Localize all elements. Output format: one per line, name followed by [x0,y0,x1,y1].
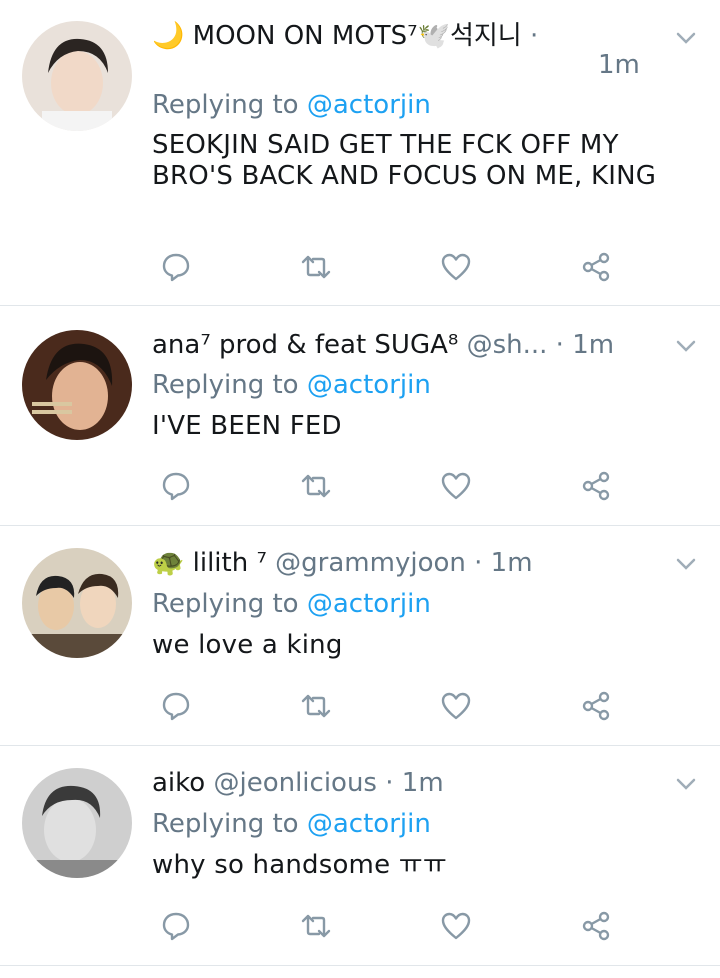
reply-icon [162,912,190,941]
replying-to: Replying to @actorjin [152,370,431,400]
separator: · [376,768,402,798]
avatar[interactable] [22,768,132,878]
timestamp[interactable]: 1m [402,768,444,798]
tweet[interactable]: 🐢 lilith ⁷ @grammyjoon · 1m Replying to … [0,526,720,746]
tweet[interactable]: 🌙 MOON ON MOTS⁷🕊️석지니 · 1m Replying to @a… [0,0,720,306]
share-icon [582,252,610,282]
action-bar [152,686,622,726]
retweet-icon [301,255,331,279]
heart-icon [441,692,471,720]
share-icon [582,471,610,501]
avatar[interactable] [22,21,132,131]
reply-icon [162,253,190,282]
avatar[interactable] [22,330,132,440]
user-handle[interactable]: @jeonlicious [213,768,377,798]
tweet-header: 🐢 lilith ⁷ @grammyjoon · 1m [152,548,638,578]
share-icon [582,691,610,721]
retweet-icon [301,694,331,718]
tweet-text: SEOKJIN SAID GET THE FCK OFF MY BRO'S BA… [152,130,657,191]
share-icon [582,911,610,941]
action-bar [152,247,622,287]
replying-handle-link[interactable]: @actorjin [307,809,431,839]
reply-button[interactable] [156,466,196,506]
replying-to: Replying to @actorjin [152,589,431,619]
replying-prefix: Replying to [152,370,307,400]
retweet-icon [301,914,331,938]
tweet[interactable]: aiko @jeonlicious · 1m Replying to @acto… [0,746,720,966]
action-bar [152,466,622,506]
share-button[interactable] [576,686,616,726]
like-button[interactable] [436,466,476,506]
heart-icon [441,912,471,940]
replying-handle-link[interactable]: @actorjin [307,90,431,120]
retweet-button[interactable] [296,466,336,506]
replying-handle-link[interactable]: @actorjin [307,370,431,400]
retweet-button[interactable] [296,686,336,726]
replying-prefix: Replying to [152,809,307,839]
heart-icon [441,253,471,281]
share-button[interactable] [576,466,616,506]
user-handle[interactable]: @sh... [467,330,548,360]
like-button[interactable] [436,686,476,726]
tweet-text: we love a king [152,630,343,660]
display-name[interactable]: aiko [152,768,205,798]
reply-button[interactable] [156,686,196,726]
retweet-button[interactable] [296,906,336,946]
display-name[interactable]: ana⁷ prod & feat SUGA⁸ [152,330,458,360]
avatar[interactable] [22,548,132,658]
retweet-button[interactable] [296,247,336,287]
tweet-text: I'VE BEEN FED [152,411,342,441]
chevron-down-icon[interactable] [672,554,700,574]
reply-button[interactable] [156,247,196,287]
reply-icon [162,692,190,721]
chevron-down-icon[interactable] [672,28,700,48]
replying-to: Replying to @actorjin [152,809,431,839]
reply-icon [162,472,190,501]
tweet-text: why so handsome ㅠㅠ [152,850,447,880]
replying-prefix: Replying to [152,90,307,120]
replying-to: Replying to @actorjin [152,90,431,120]
display-name[interactable]: 🐢 lilith ⁷ [152,548,267,578]
chevron-down-icon[interactable] [672,336,700,356]
share-button[interactable] [576,906,616,946]
action-bar [152,906,622,946]
tweet-header: aiko @jeonlicious · 1m [152,768,638,798]
user-handle[interactable]: @grammyjoon [275,548,466,578]
timestamp[interactable]: 1m [598,50,640,80]
timestamp[interactable]: 1m [491,548,533,578]
separator: · [547,330,573,360]
like-button[interactable] [436,906,476,946]
display-name[interactable]: 🌙 MOON ON MOTS⁷🕊️석지니 [152,21,522,51]
tweet-header: 🌙 MOON ON MOTS⁷🕊️석지니 · [152,21,600,51]
separator: · [465,548,491,578]
tweet-header: ana⁷ prod & feat SUGA⁸ @sh... · 1m [152,330,638,360]
replying-prefix: Replying to [152,589,307,619]
chevron-down-icon[interactable] [672,774,700,794]
like-button[interactable] [436,247,476,287]
tweet[interactable]: ana⁷ prod & feat SUGA⁸ @sh... · 1m Reply… [0,306,720,526]
heart-icon [441,472,471,500]
timestamp[interactable]: 1m [572,330,614,360]
share-button[interactable] [576,247,616,287]
reply-button[interactable] [156,906,196,946]
replying-handle-link[interactable]: @actorjin [307,589,431,619]
retweet-icon [301,474,331,498]
separator: · [521,21,539,51]
